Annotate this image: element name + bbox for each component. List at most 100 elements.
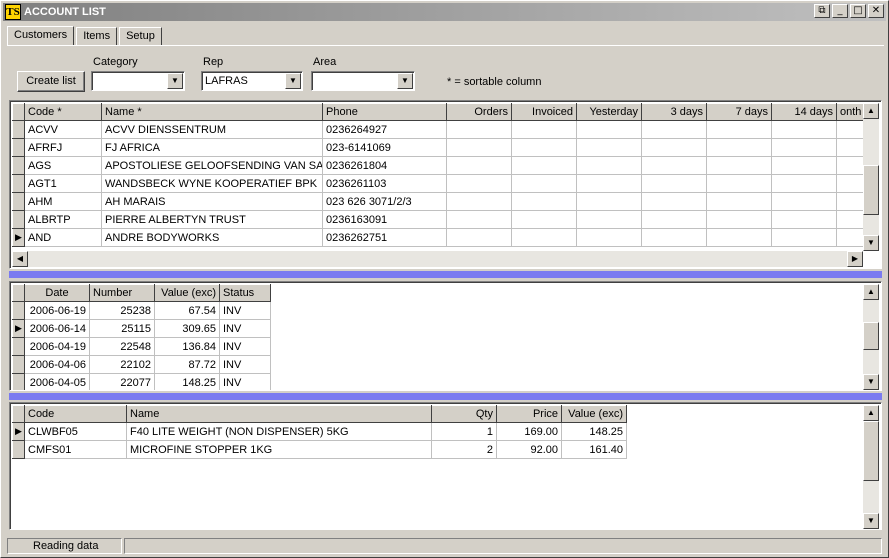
table-row[interactable]: ALBRTP PIERRE ALBERTYN TRUST 0236163091	[12, 210, 864, 229]
table-row[interactable]: ACVV ACVV DIENSSENTRUM 0236264927	[12, 120, 864, 139]
column-header-name[interactable]: Name *	[101, 103, 323, 121]
column-header-3-days[interactable]: 3 days	[641, 103, 707, 121]
rep-label: Rep	[203, 56, 224, 68]
area-label: Area	[313, 56, 337, 68]
table-row[interactable]: ▶ 2006-06-14 25115 309.65 INV	[12, 319, 271, 338]
table-row[interactable]: 2006-04-05 22077 148.25 INV	[12, 373, 271, 390]
cell-empty	[446, 156, 512, 175]
table-row[interactable]: 2006-04-19 22548 136.84 INV	[12, 337, 271, 356]
scroll-thumb[interactable]	[863, 322, 879, 350]
table-row[interactable]: AGT1 WANDSBECK WYNE KOOPERATIEF BPK 0236…	[12, 174, 864, 193]
cell-empty	[836, 138, 864, 157]
sortable-note: * = sortable column	[447, 76, 542, 88]
cell-date: 2006-06-19	[24, 301, 90, 320]
cell-status: INV	[219, 319, 271, 338]
cell-empty	[771, 156, 837, 175]
scroll-down-icon[interactable]: ▼	[863, 235, 879, 251]
invoices-vertical-scrollbar[interactable]: ▲ ▼	[863, 284, 879, 390]
cell-empty	[576, 174, 642, 193]
cell-empty	[771, 228, 837, 247]
cell-number: 22077	[89, 373, 155, 390]
chevron-down-icon[interactable]: ▼	[285, 73, 301, 89]
scroll-thumb[interactable]	[863, 165, 879, 215]
cell-empty	[576, 192, 642, 211]
row-indicator-header	[12, 284, 25, 302]
column-header-phone[interactable]: Phone	[322, 103, 447, 121]
rep-value: LAFRAS	[205, 75, 248, 87]
scroll-right-icon[interactable]: ▶	[847, 251, 863, 267]
tab-customers[interactable]: Customers	[7, 26, 75, 46]
column-header-value[interactable]: Value (exc)	[561, 405, 627, 423]
cell-number: 22548	[89, 337, 155, 356]
column-header-code[interactable]: Code *	[24, 103, 102, 121]
splitter-bottom[interactable]	[9, 393, 882, 400]
column-header-status[interactable]: Status	[219, 284, 271, 302]
table-row[interactable]: AGS APOSTOLIESE GELOOFSENDING VAN SA 023…	[12, 156, 864, 175]
cell-name: ACVV DIENSSENTRUM	[101, 120, 323, 139]
splitter-top[interactable]	[9, 271, 882, 278]
scroll-up-icon[interactable]: ▲	[863, 103, 879, 119]
restore-icon[interactable]: ⧉	[814, 4, 830, 18]
accounts-horizontal-scrollbar[interactable]: ◀ ▶	[12, 251, 863, 267]
cell-code: CLWBF05	[24, 422, 127, 441]
accounts-grid[interactable]: Code * Name * Phone Orders Invoiced Yest…	[9, 100, 882, 269]
table-row[interactable]: AHM AH MARAIS 023 626 3071/2/3	[12, 192, 864, 211]
cell-empty	[771, 120, 837, 139]
scroll-up-icon[interactable]: ▲	[863, 405, 879, 421]
column-header-qty[interactable]: Qty	[431, 405, 497, 423]
cell-empty	[771, 192, 837, 211]
chevron-down-icon[interactable]: ▼	[167, 73, 183, 89]
cell-value: 309.65	[154, 319, 220, 338]
column-header-7-days[interactable]: 7 days	[706, 103, 772, 121]
column-header-orders[interactable]: Orders	[446, 103, 512, 121]
tab-items[interactable]: Items	[76, 27, 118, 45]
column-header-date[interactable]: Date	[24, 284, 90, 302]
table-row[interactable]: 2006-04-06 22102 87.72 INV	[12, 355, 271, 374]
cell-empty	[576, 138, 642, 157]
cell-status: INV	[219, 337, 271, 356]
table-row[interactable]: ▶ CLWBF05 F40 LITE WEIGHT (NON DISPENSER…	[12, 422, 627, 441]
cell-empty	[511, 138, 577, 157]
column-header-value[interactable]: Value (exc)	[154, 284, 220, 302]
column-header-number[interactable]: Number	[89, 284, 155, 302]
rep-select[interactable]: LAFRAS ▼	[201, 71, 303, 91]
title-bar[interactable]: TS ACCOUNT LIST ⧉ _ □ ✕	[3, 3, 886, 21]
column-header-14-days[interactable]: 14 days	[771, 103, 837, 121]
cell-empty	[576, 120, 642, 139]
close-icon[interactable]: ✕	[868, 4, 884, 18]
cell-code: AFRFJ	[24, 138, 102, 157]
category-select[interactable]: ▼	[91, 71, 185, 91]
table-row[interactable]: AFRFJ FJ AFRICA 023-6141069	[12, 138, 864, 157]
column-header-month[interactable]: onth	[836, 103, 864, 121]
cell-date: 2006-06-14	[24, 319, 90, 338]
account-list-window: TS ACCOUNT LIST ⧉ _ □ ✕ Customers Items …	[0, 0, 889, 558]
column-header-code[interactable]: Code	[24, 405, 127, 423]
scroll-down-icon[interactable]: ▼	[863, 374, 879, 390]
column-header-price[interactable]: Price	[496, 405, 562, 423]
column-header-invoiced[interactable]: Invoiced	[511, 103, 577, 121]
chevron-down-icon[interactable]: ▼	[397, 73, 413, 89]
column-header-yesterday[interactable]: Yesterday	[576, 103, 642, 121]
column-header-name[interactable]: Name	[126, 405, 432, 423]
scroll-left-icon[interactable]: ◀	[12, 251, 28, 267]
create-list-button[interactable]: Create list	[17, 71, 85, 92]
invoices-grid[interactable]: Date Number Value (exc) Status 2006-06-1…	[9, 281, 882, 391]
current-row-arrow-icon: ▶	[12, 228, 25, 247]
table-row[interactable]: ▶ AND ANDRE BODYWORKS 0236262751	[12, 228, 864, 247]
cell-empty	[511, 210, 577, 229]
lines-vertical-scrollbar[interactable]: ▲ ▼	[863, 405, 879, 529]
cell-code: AGS	[24, 156, 102, 175]
invoice-lines-grid[interactable]: Code Name Qty Price Value (exc) ▶ CLWBF0…	[9, 402, 882, 530]
tab-setup[interactable]: Setup	[119, 27, 162, 45]
table-row[interactable]: CMFS01 MICROFINE STOPPER 1KG 2 92.00 161…	[12, 440, 627, 459]
cell-empty	[706, 228, 772, 247]
table-row[interactable]: 2006-06-19 25238 67.54 INV	[12, 301, 271, 320]
minimize-icon[interactable]: _	[832, 4, 848, 18]
scroll-down-icon[interactable]: ▼	[863, 513, 879, 529]
scroll-up-icon[interactable]: ▲	[863, 284, 879, 300]
cell-status: INV	[219, 301, 271, 320]
area-select[interactable]: ▼	[311, 71, 415, 91]
maximize-icon[interactable]: □	[850, 4, 866, 18]
accounts-vertical-scrollbar[interactable]: ▲ ▼	[863, 103, 879, 251]
scroll-thumb[interactable]	[863, 421, 879, 481]
